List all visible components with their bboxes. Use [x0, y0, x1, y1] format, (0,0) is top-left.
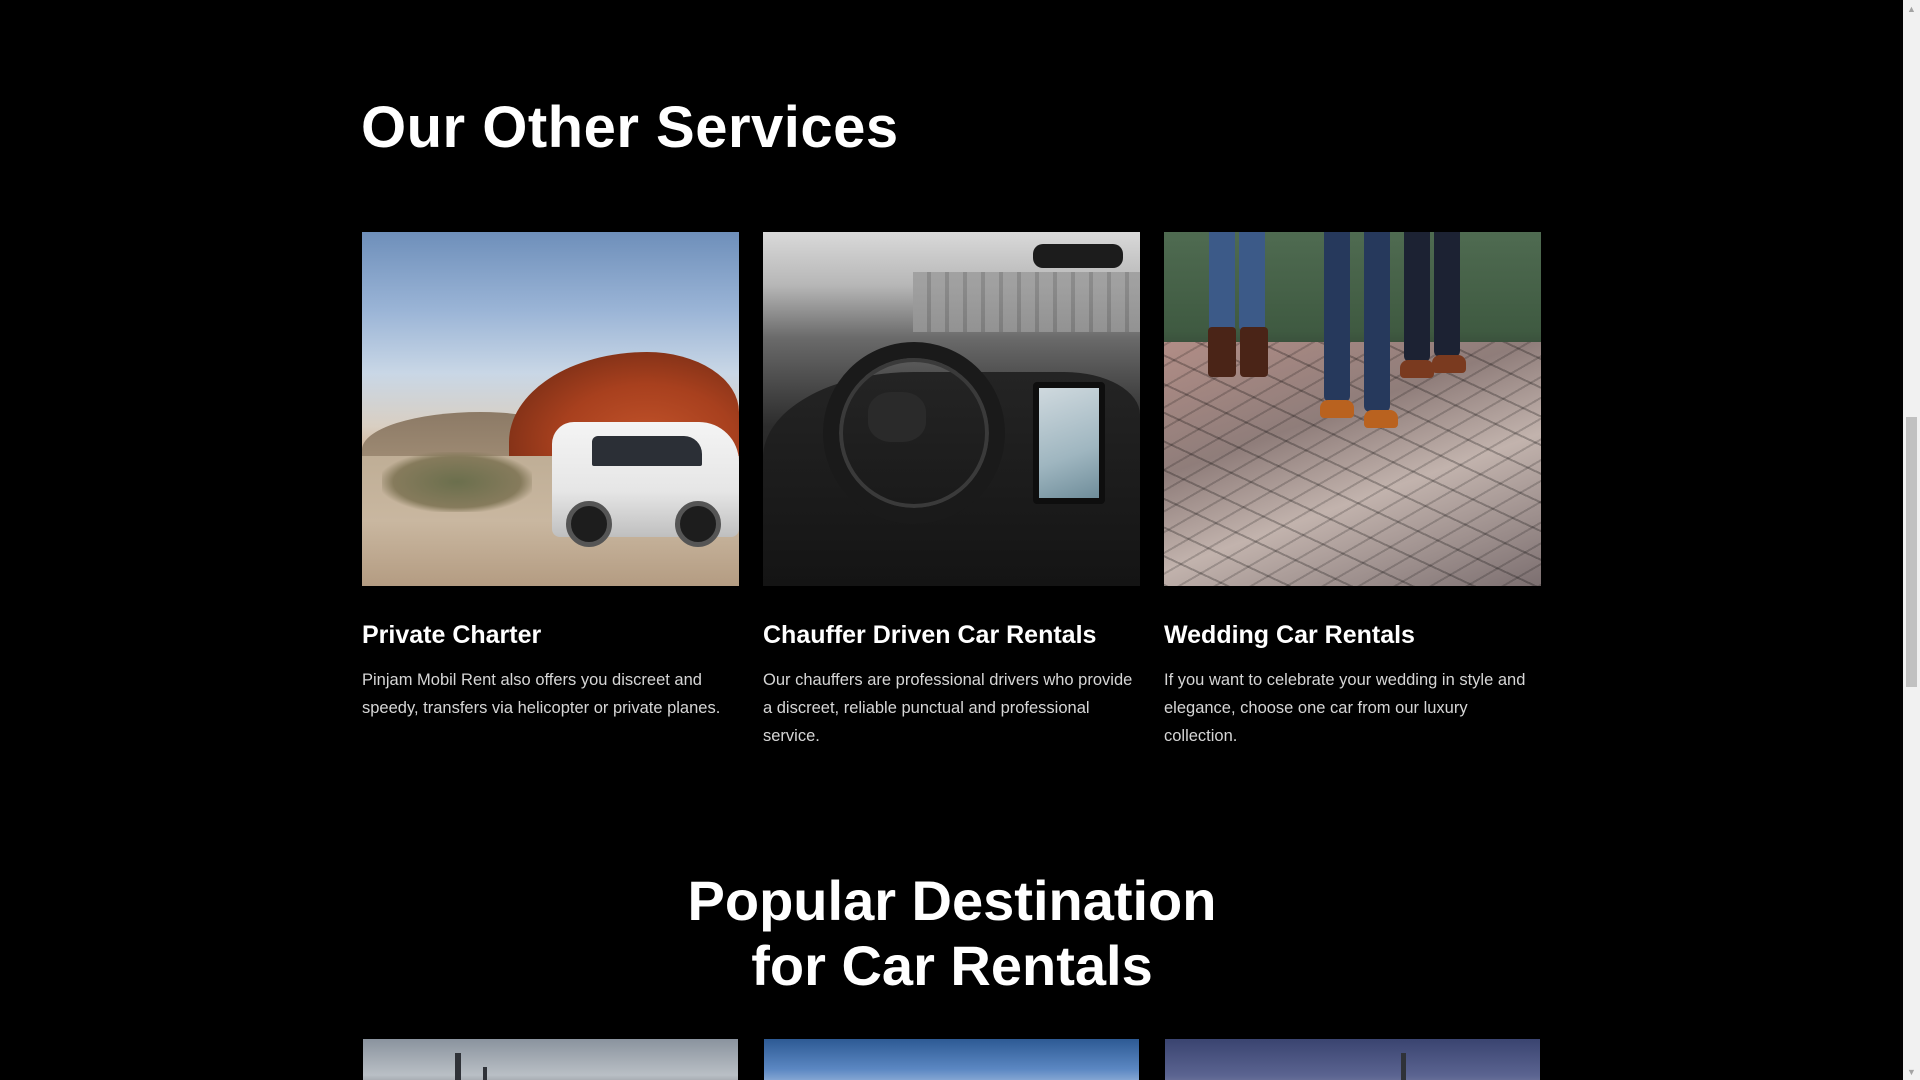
service-title-chauffer-driven[interactable]: Chauffer Driven Car Rentals: [763, 620, 1140, 650]
destinations-row: [363, 1039, 1540, 1080]
service-description-private-charter: Pinjam Mobil Rent also offers you discre…: [362, 671, 721, 717]
scroll-up-icon[interactable]: ▲: [1903, 0, 1920, 17]
service-description-wedding: If you want to celebrate your wedding in…: [1164, 671, 1526, 745]
service-title-private-charter[interactable]: Private Charter: [362, 620, 739, 650]
page-viewport: Our Other Services Private Charter Pinja…: [0, 0, 1903, 1080]
destinations-title-line1: Popular Destination: [687, 869, 1217, 932]
destination-image-1[interactable]: [363, 1039, 738, 1080]
service-image-wedding: [1164, 232, 1541, 586]
scrollbar-thumb[interactable]: [1906, 417, 1917, 687]
service-description-chauffer-driven: Our chauffers are professional drivers w…: [763, 671, 1133, 745]
destination-image-3[interactable]: [1165, 1039, 1540, 1080]
service-card-wedding[interactable]: Wedding Car Rentals If you want to celeb…: [1164, 232, 1541, 750]
service-image-private-charter: [362, 232, 739, 586]
service-card-chauffer-driven[interactable]: Chauffer Driven Car Rentals Our chauffer…: [763, 232, 1140, 750]
service-card-private-charter[interactable]: Private Charter Pinjam Mobil Rent also o…: [362, 232, 739, 750]
destination-image-2[interactable]: [764, 1039, 1139, 1080]
destinations-section-title: Popular Destination for Car Rentals: [361, 868, 1543, 998]
services-section-title: Our Other Services: [361, 95, 899, 160]
service-image-chauffer-driven: [763, 232, 1140, 586]
scroll-down-icon[interactable]: ▼: [1903, 1063, 1920, 1080]
services-cards: Private Charter Pinjam Mobil Rent also o…: [362, 232, 1542, 750]
service-title-wedding[interactable]: Wedding Car Rentals: [1164, 620, 1541, 650]
page-scrollbar[interactable]: ▲ ▼: [1903, 0, 1920, 1080]
destinations-title-line2: for Car Rentals: [751, 934, 1153, 997]
